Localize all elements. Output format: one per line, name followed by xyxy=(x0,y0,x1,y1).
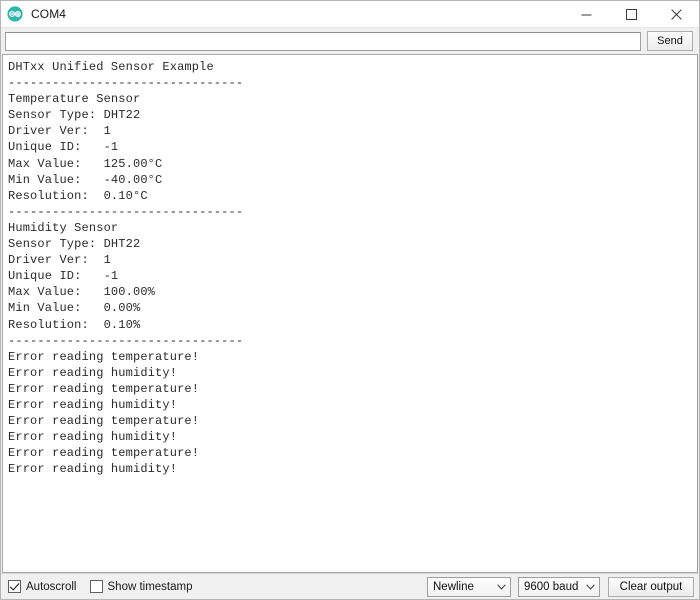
serial-output-line: Error reading temperature! xyxy=(8,381,200,396)
serial-output-line: Unique ID: -1 xyxy=(8,269,119,284)
serial-output-line: Error reading temperature! xyxy=(8,446,200,461)
serial-output-line: Min Value: 0.00% xyxy=(8,301,141,316)
title-bar: COM4 xyxy=(1,1,699,28)
serial-output-line: Error reading temperature! xyxy=(8,349,200,364)
serial-output-line: Max Value: 100.00% xyxy=(8,285,156,300)
autoscroll-checkbox[interactable]: Autoscroll xyxy=(8,580,77,593)
serial-output-line: Error reading humidity! xyxy=(8,397,178,412)
chevron-down-icon xyxy=(581,583,599,590)
serial-output-line: Resolution: 0.10°C xyxy=(8,188,148,203)
send-button[interactable]: Send xyxy=(647,31,693,51)
serial-output-line: Unique ID: -1 xyxy=(8,140,119,155)
clear-output-button[interactable]: Clear output xyxy=(608,576,694,597)
serial-output-line: -------------------------------- xyxy=(8,333,244,348)
line-ending-select[interactable]: Newline xyxy=(427,576,511,597)
serial-output-line: Error reading temperature! xyxy=(8,414,200,429)
serial-output-line: Temperature Sensor xyxy=(8,92,141,107)
line-ending-value: Newline xyxy=(433,580,474,593)
serial-output-line: Error reading humidity! xyxy=(8,365,178,380)
baud-rate-select[interactable]: 9600 baud xyxy=(518,576,600,597)
send-input[interactable] xyxy=(5,31,641,51)
autoscroll-label: Autoscroll xyxy=(26,580,77,593)
serial-output-line: Error reading humidity! xyxy=(8,462,178,477)
serial-monitor-window: COM4 Send DHTxx Unified Sensor Example -… xyxy=(0,0,700,600)
minimize-icon xyxy=(581,14,592,15)
show-timestamp-checkbox-box[interactable] xyxy=(89,580,103,593)
serial-output-line: Driver Ver: 1 xyxy=(8,253,111,268)
serial-output-line: Error reading humidity! xyxy=(8,430,178,445)
window-title: COM4 xyxy=(31,7,67,21)
window-controls xyxy=(564,1,699,27)
serial-output-line: Sensor Type: DHT22 xyxy=(8,108,141,123)
serial-output-line: Min Value: -40.00°C xyxy=(8,172,163,187)
serial-output-panel[interactable]: DHTxx Unified Sensor Example ------------… xyxy=(2,54,698,573)
status-bar: Autoscroll Show timestamp Newline 9600 b… xyxy=(1,573,699,599)
baud-rate-value: 9600 baud xyxy=(524,580,579,593)
serial-output-line: DHTxx Unified Sensor Example xyxy=(8,60,214,74)
chevron-down-icon xyxy=(492,583,510,590)
serial-output-line: -------------------------------- xyxy=(8,204,244,219)
close-button[interactable] xyxy=(654,1,699,27)
autoscroll-checkbox-box[interactable] xyxy=(8,580,21,593)
maximize-icon xyxy=(626,8,637,20)
serial-output-line: Sensor Type: DHT22 xyxy=(8,237,141,252)
maximize-button[interactable] xyxy=(609,1,654,27)
minimize-button[interactable] xyxy=(564,1,609,27)
serial-output-line: -------------------------------- xyxy=(8,76,244,91)
close-icon xyxy=(671,8,682,20)
serial-output-line: Driver Ver: 1 xyxy=(8,124,111,139)
serial-output-text: DHTxx Unified Sensor Example ------------… xyxy=(3,55,697,477)
arduino-logo-icon xyxy=(7,6,23,22)
send-bar: Send xyxy=(1,28,699,54)
serial-output-line: Humidity Sensor xyxy=(8,220,119,235)
serial-output-line: Max Value: 125.00°C xyxy=(8,156,163,171)
serial-output-line: Resolution: 0.10% xyxy=(8,317,141,332)
show-timestamp-label: Show timestamp xyxy=(107,580,193,593)
show-timestamp-checkbox[interactable]: Show timestamp xyxy=(89,580,193,593)
